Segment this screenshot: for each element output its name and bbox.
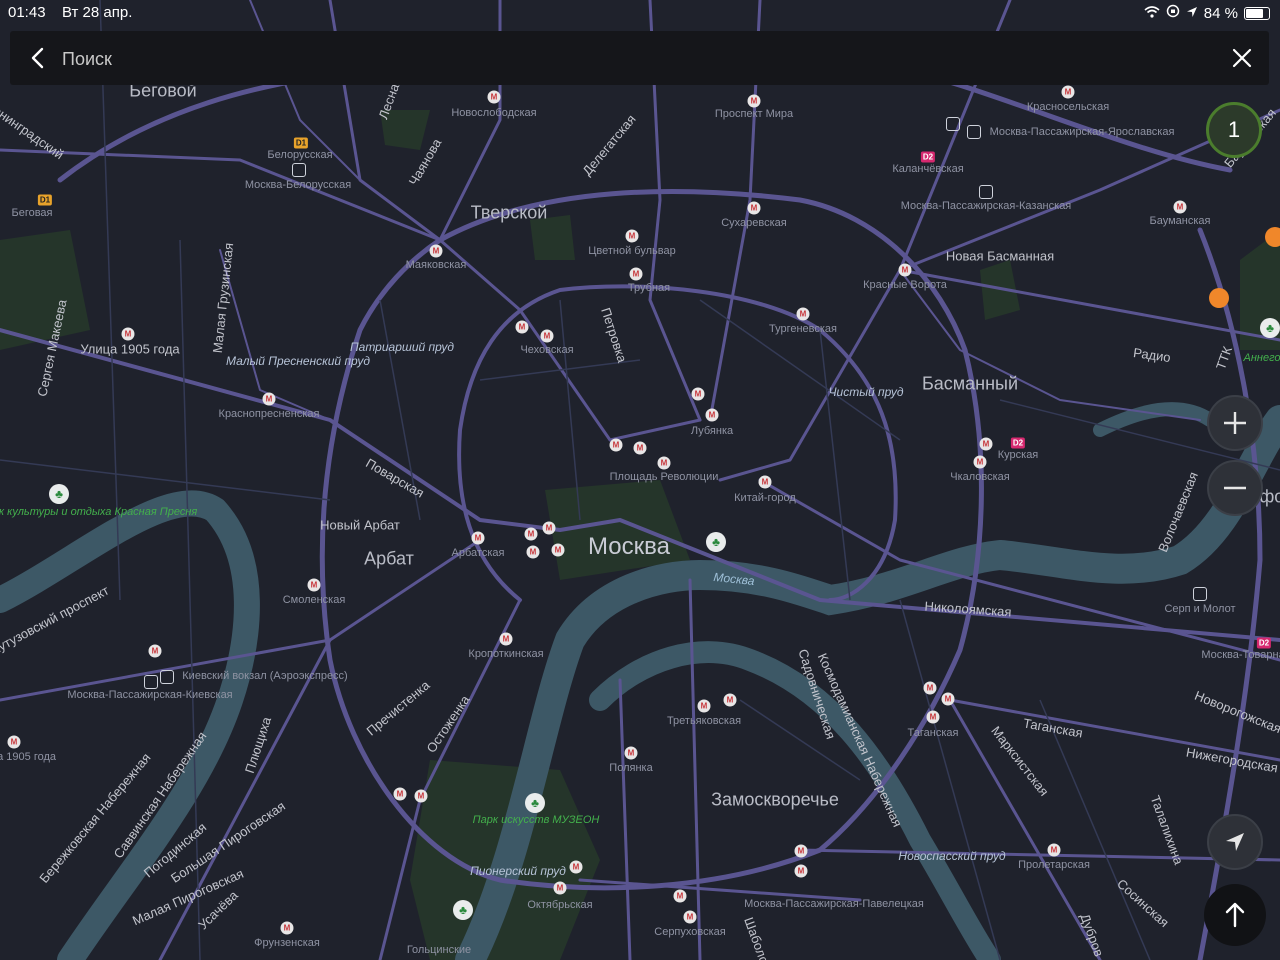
- orientation-lock-icon: [1166, 4, 1180, 22]
- metro-icon[interactable]: [633, 441, 647, 455]
- metro-icon[interactable]: [307, 578, 321, 592]
- rail-station-icon[interactable]: [160, 670, 174, 684]
- search-bar: [10, 31, 1269, 85]
- line-tag: D1: [37, 194, 53, 206]
- metro-icon[interactable]: [526, 545, 540, 559]
- metro-icon[interactable]: [551, 543, 565, 557]
- metro-icon[interactable]: [487, 90, 501, 104]
- metro-icon[interactable]: [979, 437, 993, 451]
- metro-icon[interactable]: [414, 789, 428, 803]
- search-input[interactable]: [60, 43, 1184, 75]
- zoom-out-button[interactable]: [1207, 460, 1263, 516]
- metro-icon[interactable]: [471, 531, 485, 545]
- metro-icon[interactable]: [973, 455, 987, 469]
- map-canvas[interactable]: [0, 0, 1280, 960]
- metro-icon[interactable]: [1173, 200, 1187, 214]
- poi-icon[interactable]: [1265, 227, 1280, 247]
- tree-icon: ♣: [1266, 321, 1274, 335]
- metro-icon[interactable]: [553, 881, 567, 895]
- metro-icon[interactable]: [697, 699, 711, 713]
- line-tag: D2: [920, 151, 936, 163]
- zoom-in-button[interactable]: [1207, 395, 1263, 451]
- metro-icon[interactable]: [148, 644, 162, 658]
- metro-icon[interactable]: [540, 329, 554, 343]
- metro-icon[interactable]: [673, 889, 687, 903]
- metro-icon[interactable]: [542, 521, 556, 535]
- traffic-button[interactable]: 1: [1206, 102, 1262, 158]
- clear-button[interactable]: [1227, 43, 1257, 73]
- metro-icon[interactable]: [723, 693, 737, 707]
- route-button[interactable]: [1204, 884, 1266, 946]
- metro-icon[interactable]: [515, 320, 529, 334]
- close-icon: [1232, 48, 1252, 68]
- metro-icon[interactable]: [429, 244, 443, 258]
- metro-icon[interactable]: [898, 263, 912, 277]
- status-time: 01:43: [8, 4, 46, 21]
- park-icon[interactable]: ♣: [706, 532, 726, 552]
- status-date: Вт 28 апр.: [62, 4, 133, 21]
- plus-icon: [1224, 412, 1246, 434]
- metro-icon[interactable]: [625, 229, 639, 243]
- battery-fill: [1246, 8, 1263, 18]
- metro-icon[interactable]: [923, 681, 937, 695]
- metro-icon[interactable]: [941, 692, 955, 706]
- metro-icon[interactable]: [7, 735, 21, 749]
- park-icon[interactable]: ♣: [453, 900, 473, 920]
- back-button[interactable]: [22, 43, 52, 73]
- metro-icon[interactable]: [121, 327, 135, 341]
- metro-icon[interactable]: [524, 527, 538, 541]
- metro-icon[interactable]: [609, 438, 623, 452]
- wifi-icon: [1144, 5, 1160, 22]
- line-tag: D1: [293, 137, 309, 149]
- battery-percent: 84 %: [1203, 4, 1238, 22]
- metro-icon[interactable]: [1047, 843, 1061, 857]
- metro-icon[interactable]: [926, 710, 940, 724]
- line-tag: D2: [1010, 437, 1026, 449]
- my-location-button[interactable]: [1207, 814, 1263, 870]
- tree-icon: ♣: [531, 796, 539, 810]
- rail-station-icon[interactable]: [292, 163, 306, 177]
- navigation-arrow-icon: [1226, 833, 1244, 851]
- metro-icon[interactable]: [794, 844, 808, 858]
- metro-icon[interactable]: [393, 787, 407, 801]
- rail-station-icon[interactable]: [1193, 587, 1207, 601]
- status-bar: 01:43 Вт 28 апр. 84 %: [0, 0, 1280, 26]
- metro-icon[interactable]: [569, 860, 583, 874]
- tree-icon: ♣: [712, 535, 720, 549]
- traffic-level: 1: [1227, 117, 1241, 142]
- battery-icon: [1244, 6, 1270, 20]
- rail-station-icon[interactable]: [144, 675, 158, 689]
- location-arrow-icon: [1186, 5, 1198, 22]
- metro-icon[interactable]: [747, 94, 761, 108]
- metro-icon[interactable]: [262, 392, 276, 406]
- rail-station-icon[interactable]: [967, 125, 981, 139]
- metro-icon[interactable]: [691, 387, 705, 401]
- metro-icon[interactable]: [629, 267, 643, 281]
- arrow-up-icon: [1225, 902, 1245, 928]
- park-icon[interactable]: ♣: [1260, 318, 1280, 338]
- metro-icon[interactable]: [499, 632, 513, 646]
- tree-icon: ♣: [459, 903, 467, 917]
- metro-icon[interactable]: [747, 201, 761, 215]
- metro-icon[interactable]: [280, 921, 294, 935]
- metro-icon[interactable]: [758, 475, 772, 489]
- line-tag: D2: [1256, 637, 1272, 649]
- metro-icon[interactable]: [683, 910, 697, 924]
- metro-icon[interactable]: [657, 456, 671, 470]
- tree-icon: ♣: [55, 487, 63, 501]
- minus-icon: [1224, 486, 1246, 490]
- metro-icon[interactable]: [1061, 85, 1075, 99]
- status-right: 84 %: [1144, 4, 1270, 22]
- rail-station-icon[interactable]: [946, 117, 960, 131]
- park-icon[interactable]: ♣: [525, 793, 545, 813]
- metro-icon[interactable]: [624, 746, 638, 760]
- park-icon[interactable]: ♣: [49, 484, 69, 504]
- metro-icon[interactable]: [794, 864, 808, 878]
- poi-icon[interactable]: [1209, 288, 1229, 308]
- map-screen: Беговой Тверской Басманный Арбат Замоскв…: [0, 0, 1280, 960]
- chevron-left-icon: [31, 47, 44, 69]
- metro-icon[interactable]: [796, 307, 810, 321]
- rail-station-icon[interactable]: [979, 185, 993, 199]
- metro-icon[interactable]: [705, 408, 719, 422]
